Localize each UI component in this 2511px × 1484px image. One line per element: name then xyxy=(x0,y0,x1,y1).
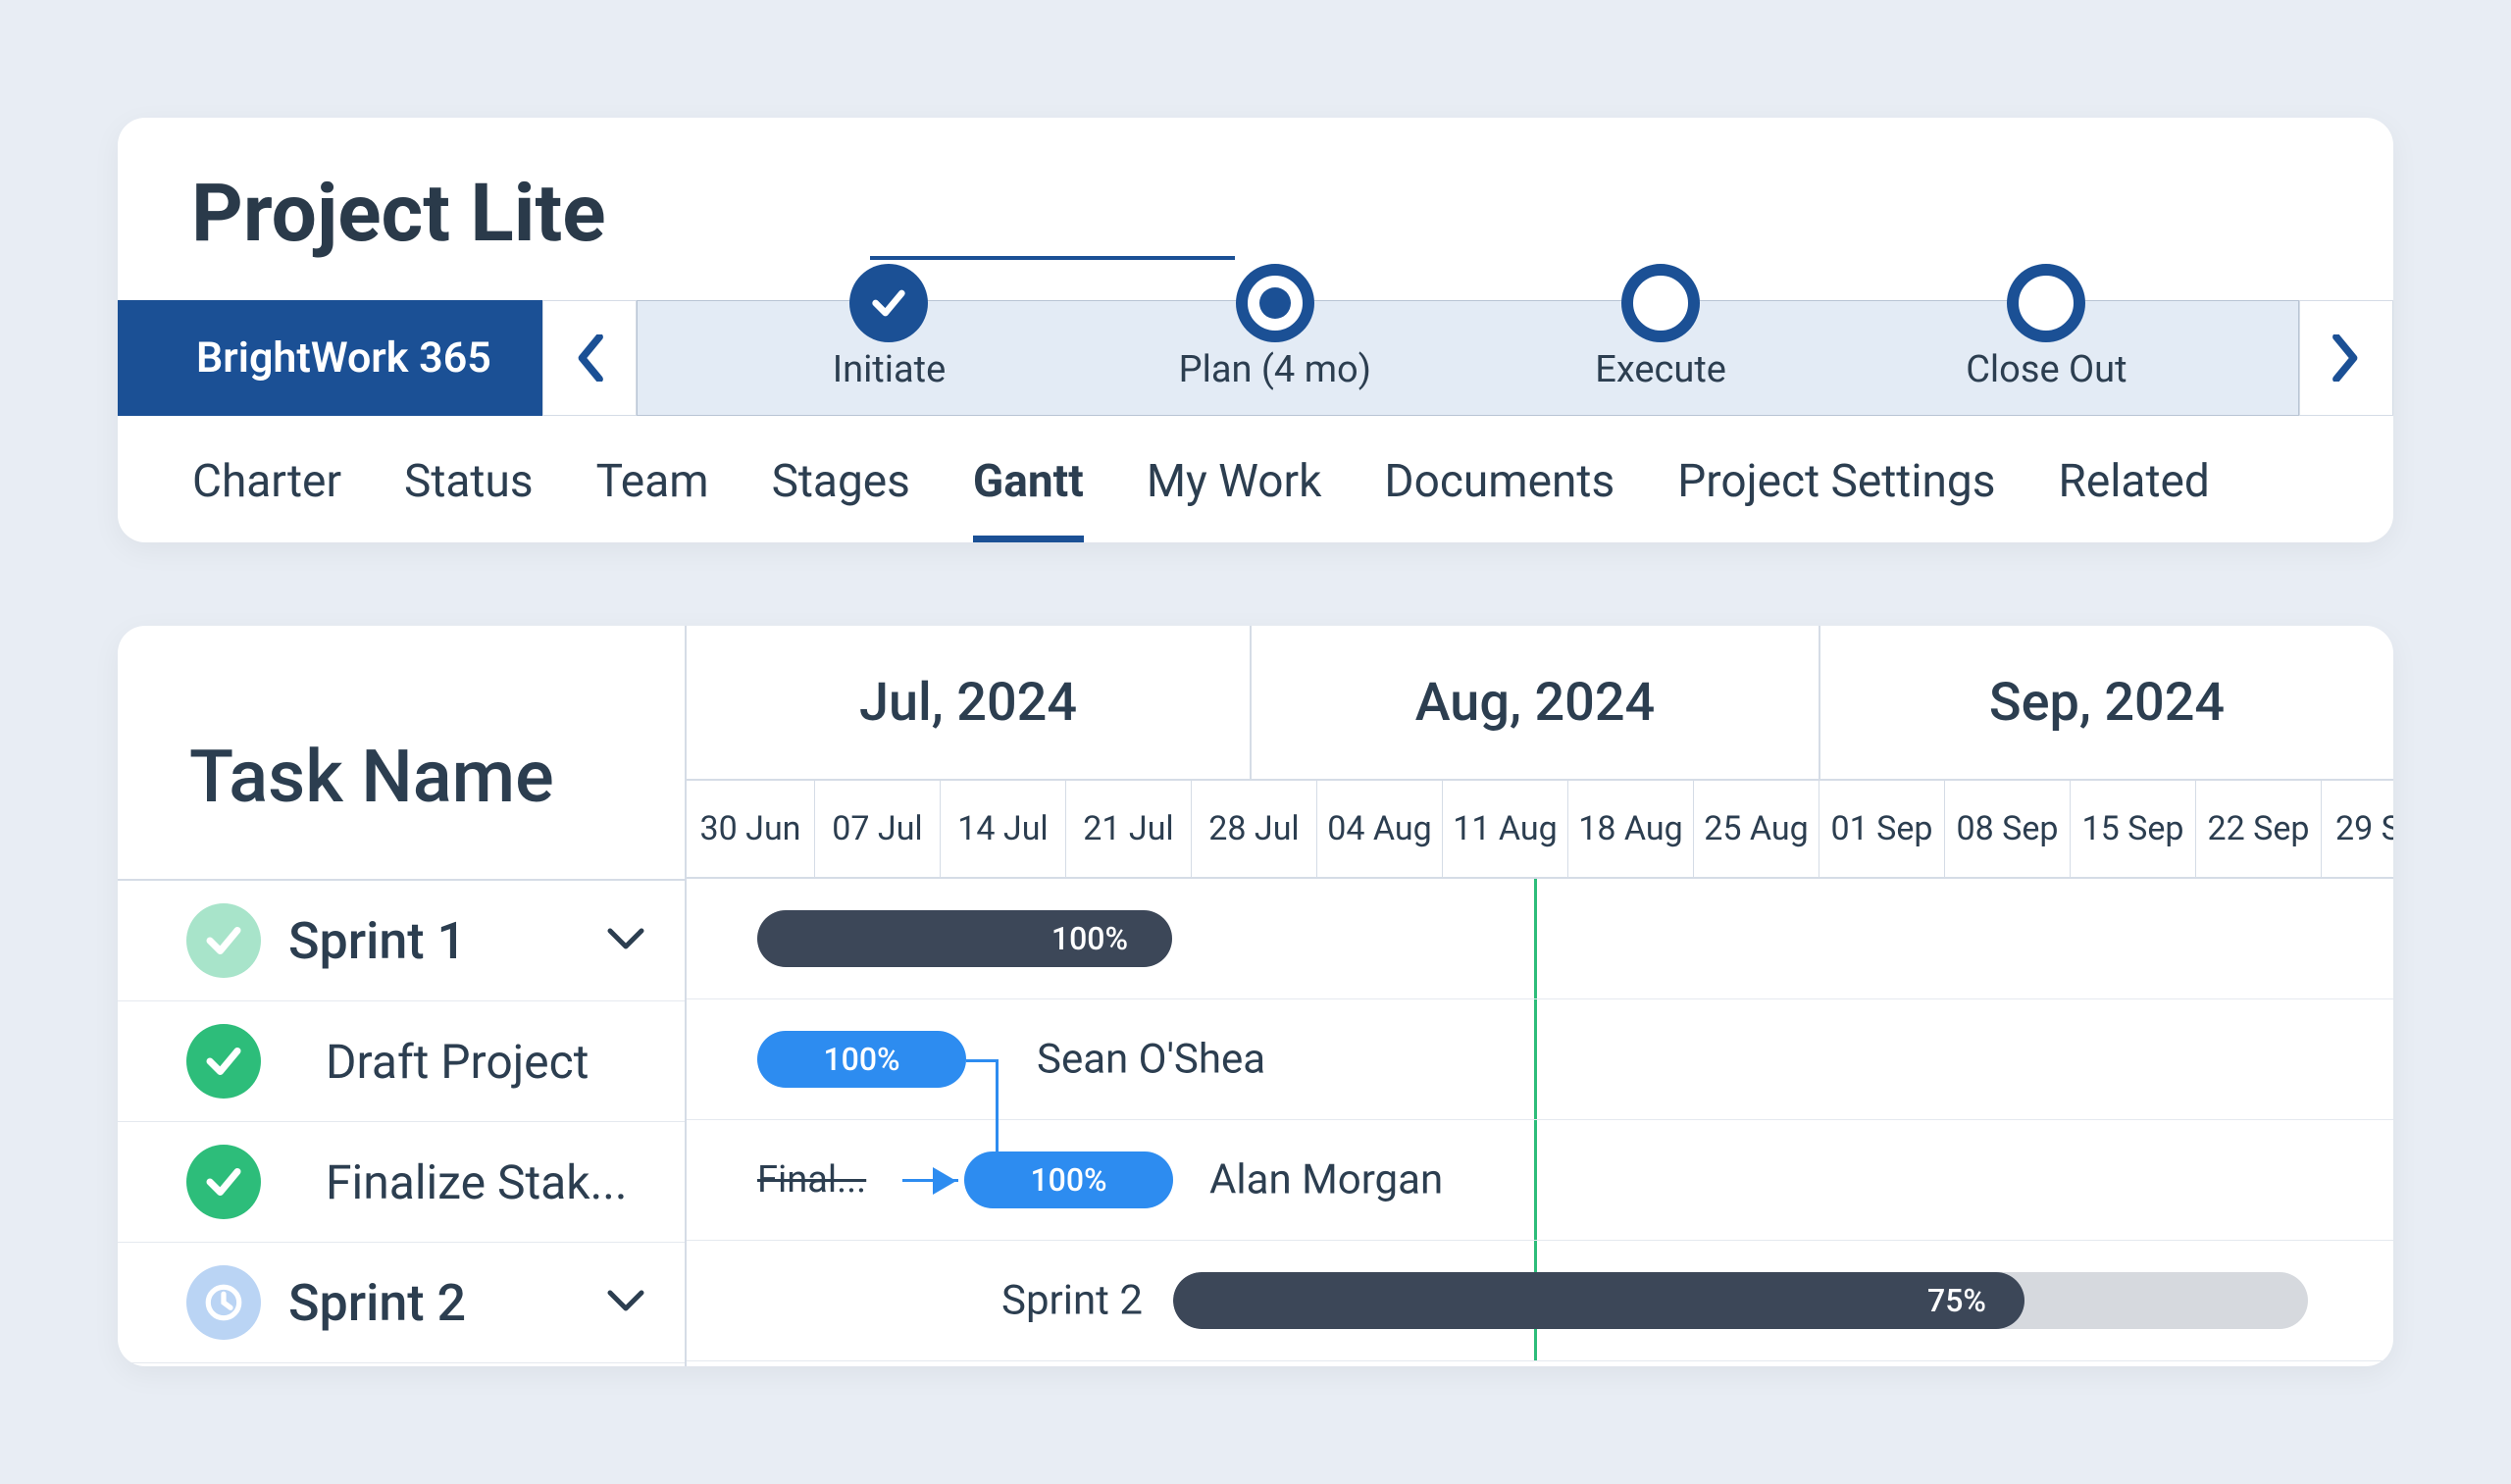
task-row-draft-project[interactable]: Draft Project xyxy=(118,1001,685,1122)
gantt-timeline[interactable]: Jul, 2024 Aug, 2024 Sep, 2024 30 Jun 07 … xyxy=(687,626,2393,1366)
stage-marker-pending xyxy=(1621,264,1700,342)
stage-marker-done xyxy=(849,264,928,342)
bar-text: 100% xyxy=(823,1041,899,1078)
tab-gantt[interactable]: Gantt xyxy=(973,455,1084,542)
stage-marker-pending xyxy=(2007,264,2085,342)
month-headers: Jul, 2024 Aug, 2024 Sep, 2024 xyxy=(687,626,2393,781)
progress-text: 75% xyxy=(1927,1282,1986,1319)
stages-track: Initiate Plan (4 mo) Execute Close Out xyxy=(637,300,2299,416)
bar-text: 100% xyxy=(1030,1161,1106,1199)
week-cell: 21 Jul xyxy=(1066,781,1192,877)
stage-initiate[interactable]: Initiate xyxy=(696,348,1082,391)
gantt-row: Final... 100% Alan Morgan xyxy=(687,1120,2393,1241)
week-cell: 15 Sep xyxy=(2071,781,2196,877)
week-cell: 14 Jul xyxy=(941,781,1066,877)
gantt-row: 100% Sean O'Shea xyxy=(687,999,2393,1120)
task-name-header: Task Name xyxy=(118,626,685,881)
bar-side-label: Sprint 2 xyxy=(1001,1277,1143,1325)
stage-marker-active xyxy=(1236,264,1314,342)
week-cell: 04 Aug xyxy=(1317,781,1443,877)
check-icon xyxy=(203,920,244,961)
stage-connector-line xyxy=(870,256,1235,260)
stage-label: Close Out xyxy=(1966,348,2127,391)
gantt-card: Task Name Sprint 1 Draft Project xyxy=(118,626,2393,1366)
collapse-toggle[interactable] xyxy=(606,925,645,956)
task-label: Finalize Stak... xyxy=(288,1154,628,1210)
strikethrough-label: Final... xyxy=(757,1158,866,1202)
tab-related[interactable]: Related xyxy=(2059,455,2210,542)
chevron-down-icon xyxy=(606,925,645,952)
week-cell: 11 Aug xyxy=(1443,781,1568,877)
tab-team[interactable]: Team xyxy=(596,455,709,542)
week-cell: 22 Sep xyxy=(2196,781,2322,877)
gantt-row: 100% xyxy=(687,879,2393,999)
progress-fill xyxy=(1173,1272,2024,1329)
week-cell: 29 S xyxy=(2322,781,2393,877)
brand-chip[interactable]: BrightWork 365 xyxy=(118,300,542,416)
tab-stages[interactable]: Stages xyxy=(772,455,910,542)
status-done-icon xyxy=(186,903,261,978)
week-cell: 28 Jul xyxy=(1192,781,1317,877)
status-progress-icon xyxy=(186,1265,261,1340)
tabs-row: Charter Status Team Stages Gantt My Work… xyxy=(118,416,2393,542)
next-stage-button[interactable] xyxy=(2299,300,2393,416)
task-label: Sprint 1 xyxy=(288,911,466,971)
collapse-toggle[interactable] xyxy=(606,1287,645,1318)
task-row-sprint-1[interactable]: Sprint 1 xyxy=(118,881,685,1001)
tab-status[interactable]: Status xyxy=(404,455,534,542)
gantt-bar-sprint-2[interactable] xyxy=(1173,1272,2308,1329)
gantt-body: 100% 100% Sean O'Shea Final... xyxy=(687,879,2393,1361)
bar-text: 100% xyxy=(1051,920,1172,957)
week-headers: 30 Jun 07 Jul 14 Jul 21 Jul 28 Jul 04 Au… xyxy=(687,781,2393,879)
task-row-finalize-stak[interactable]: Finalize Stak... xyxy=(118,1122,685,1243)
status-done-icon xyxy=(186,1145,261,1219)
dependency-arrow-icon xyxy=(933,1167,956,1195)
gantt-bar-draft-project[interactable]: 100% xyxy=(757,1031,966,1088)
task-row-sprint-2[interactable]: Sprint 2 xyxy=(118,1243,685,1363)
stage-label: Plan (4 mo) xyxy=(1179,348,1371,391)
clock-icon xyxy=(203,1282,244,1323)
week-cell: 25 Aug xyxy=(1694,781,1819,877)
check-icon xyxy=(203,1041,244,1082)
stage-plan[interactable]: Plan (4 mo) xyxy=(1082,348,1467,391)
assignee-label: Alan Morgan xyxy=(1209,1156,1443,1204)
task-label: Sprint 2 xyxy=(288,1273,466,1333)
month-cell: Sep, 2024 xyxy=(1820,626,2393,779)
project-header-card: Project Lite BrightWork 365 Initiate xyxy=(118,118,2393,542)
chevron-down-icon xyxy=(606,1287,645,1314)
stage-label: Execute xyxy=(1595,348,1726,391)
stage-close-out[interactable]: Close Out xyxy=(1854,348,2239,391)
status-done-icon xyxy=(186,1024,261,1099)
task-label: Draft Project xyxy=(288,1034,589,1090)
week-cell: 01 Sep xyxy=(1819,781,1945,877)
check-icon xyxy=(203,1161,244,1203)
check-icon xyxy=(869,283,908,323)
gantt-bar-finalize[interactable]: 100% xyxy=(964,1151,1173,1208)
prev-stage-button[interactable] xyxy=(542,300,637,416)
dependency-line xyxy=(966,1059,996,1062)
gantt-row: Sprint 2 75% xyxy=(687,1241,2393,1361)
stage-label: Initiate xyxy=(833,348,946,391)
week-cell: 08 Sep xyxy=(1945,781,2071,877)
month-cell: Aug, 2024 xyxy=(1252,626,1820,779)
month-cell: Jul, 2024 xyxy=(687,626,1252,779)
chevron-left-icon xyxy=(574,334,605,382)
stage-execute[interactable]: Execute xyxy=(1467,348,1853,391)
task-name-header-label: Task Name xyxy=(189,735,554,820)
tab-project-settings[interactable]: Project Settings xyxy=(1677,455,1995,542)
tab-documents[interactable]: Documents xyxy=(1384,455,1614,542)
week-cell: 18 Aug xyxy=(1568,781,1694,877)
tab-charter[interactable]: Charter xyxy=(192,455,341,542)
assignee-label: Sean O'Shea xyxy=(1037,1036,1265,1084)
stage-progress-row: BrightWork 365 Initiate Plan (4 mo) xyxy=(118,300,2393,416)
gantt-bar-sprint-1[interactable]: 100% xyxy=(757,910,1172,967)
gantt-task-list: Task Name Sprint 1 Draft Project xyxy=(118,626,687,1366)
week-cell: 30 Jun xyxy=(687,781,815,877)
week-cell: 07 Jul xyxy=(815,781,941,877)
chevron-right-icon xyxy=(2331,334,2362,382)
tab-my-work[interactable]: My Work xyxy=(1147,455,1322,542)
